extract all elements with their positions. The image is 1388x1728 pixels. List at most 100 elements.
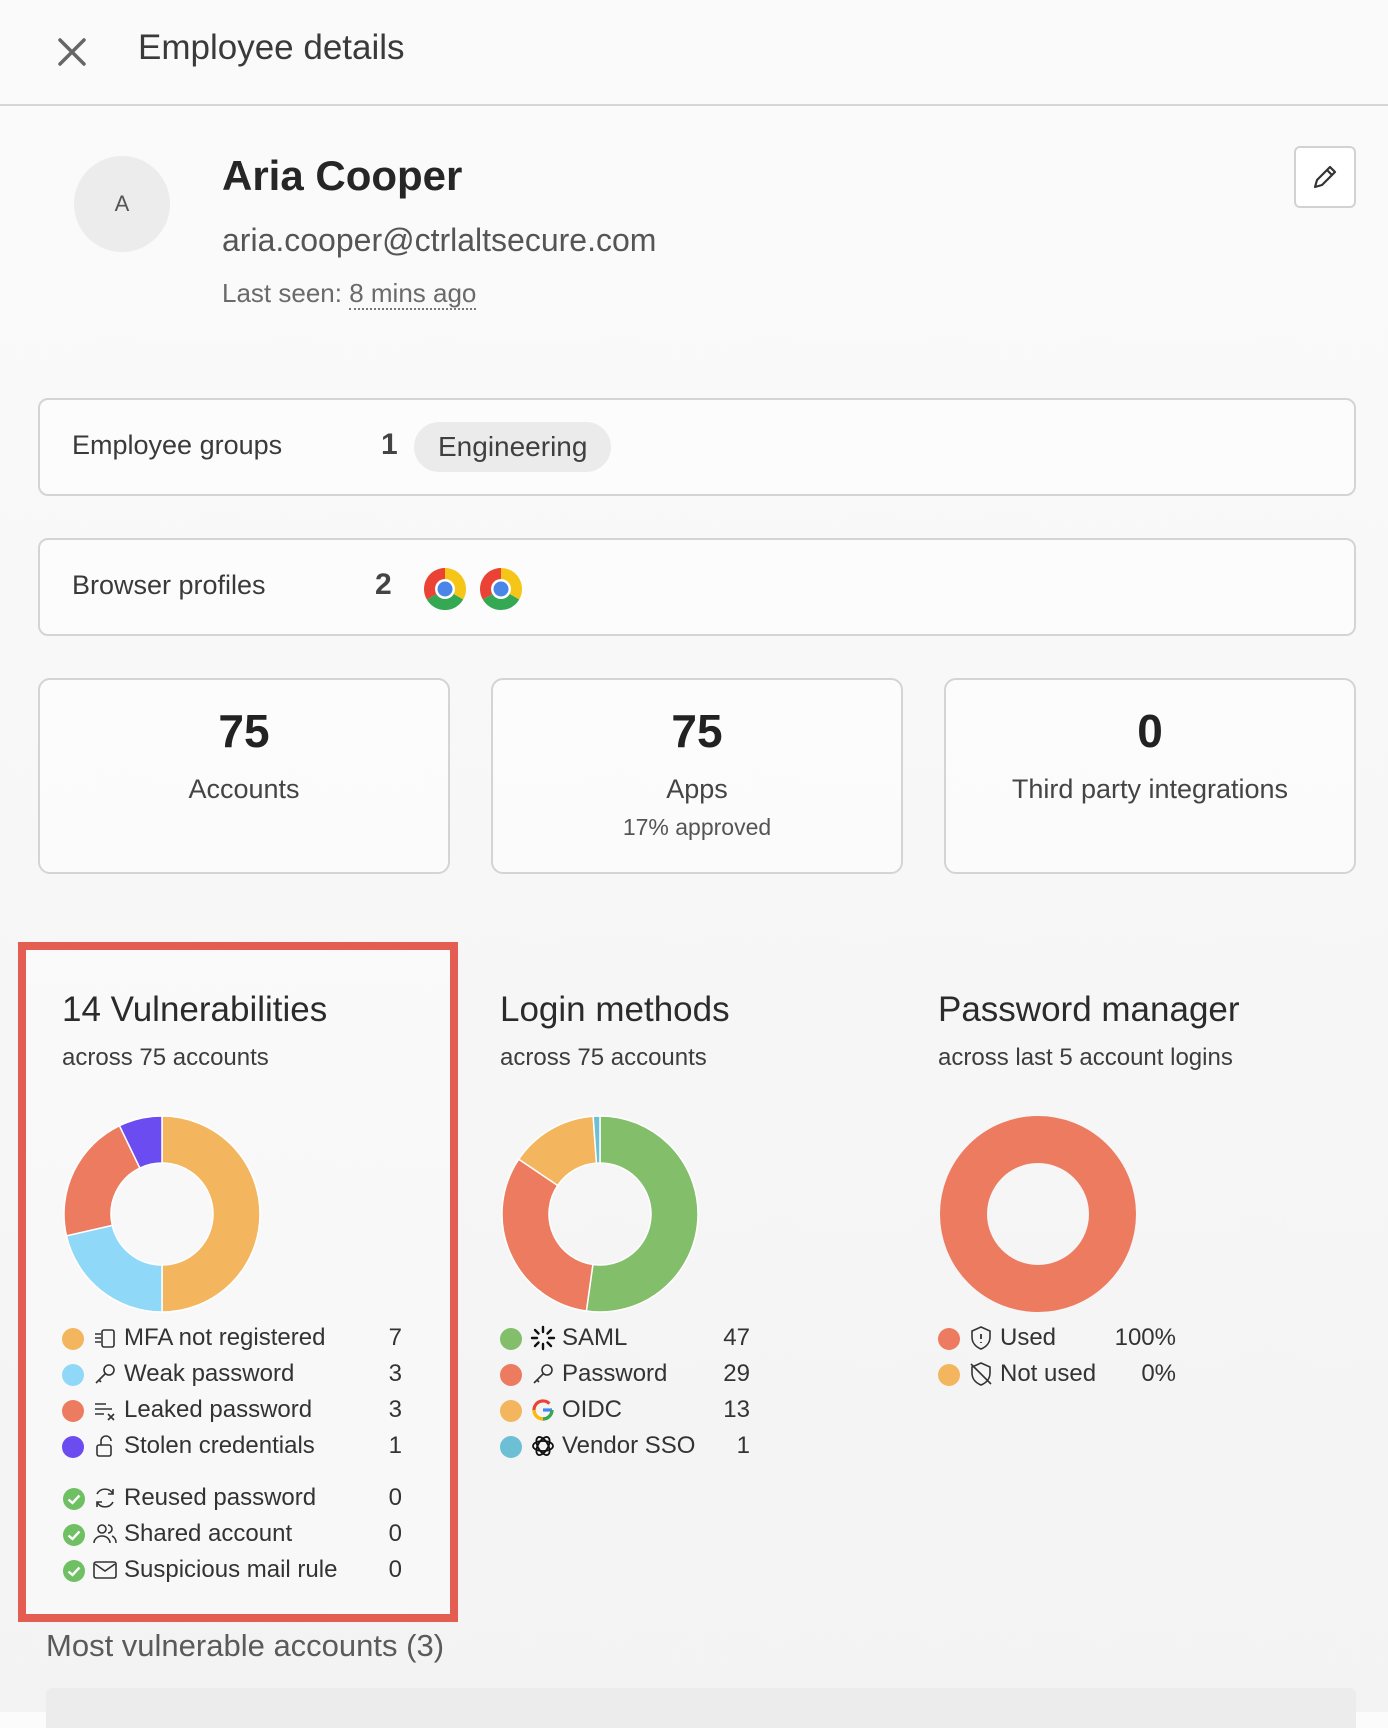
unlock-icon [96,1435,112,1457]
legend-reused-password[interactable]: Reused password 0 [62,1482,408,1516]
password-manager-subtitle: across last 5 account logins [938,1044,1233,1071]
users-icon [93,1524,117,1544]
mail-icon [93,1561,117,1579]
integrations-stat-card[interactable]: 0 Third party integrations [944,678,1356,874]
leak-icon [95,1403,115,1421]
legend-value: 100% [1114,1324,1176,1351]
integrations-label: Third party integrations [1011,774,1289,804]
shield-icon [971,1326,991,1350]
legend-label: Leaked password [124,1396,313,1423]
legend-shared-account[interactable]: Shared account 0 [62,1518,408,1552]
browser-profiles-card: Browser profiles 2 [38,538,1356,636]
browser-profiles-label: Browser profiles [72,570,266,600]
legend-label: Suspicious mail rule [124,1556,338,1583]
legend-label: Reused password [124,1484,317,1511]
key-icon [533,1364,553,1384]
legend-dot [500,1400,522,1422]
employee-email: aria.cooper@ctrlaltsecure.com [222,222,657,258]
avatar: A [74,156,170,252]
saml-icon [530,1325,556,1351]
donut-slice-used[interactable] [940,1116,1136,1312]
close-button[interactable] [48,28,96,76]
donut-slice-mfa-not-registered[interactable] [161,1115,261,1313]
legend-label: OIDC [562,1396,622,1423]
vulnerabilities-donut [63,1115,261,1313]
legend-value: 3 [388,1396,402,1423]
legend-saml[interactable]: SAML 47 [500,1322,756,1356]
login-methods-donut [501,1115,699,1313]
shield-off-icon [970,1362,992,1386]
password-manager-donut [940,1116,1136,1312]
legend-value: 0 [388,1520,402,1547]
legend-value: 0% [1141,1360,1176,1387]
group-chip-engineering[interactable]: Engineering [414,422,612,472]
legend-dot [500,1328,522,1350]
check-icon [63,1488,85,1510]
legend-label: Weak password [124,1360,295,1387]
last-seen-value[interactable]: 8 mins ago [349,278,477,310]
legend-not-used[interactable]: Not used 0% [938,1358,1182,1392]
legend-label: Stolen credentials [124,1432,315,1459]
apps-stat-card[interactable]: 75 Apps 17% approved [491,678,903,874]
legend-used[interactable]: Used 100% [938,1322,1182,1356]
vulnerabilities-subtitle: across 75 accounts [62,1044,269,1071]
edit-button[interactable] [1294,146,1356,208]
legend-label: SAML [562,1324,628,1351]
legend-oidc[interactable]: OIDC 13 [500,1394,756,1428]
header-bar: Employee details [0,0,1388,106]
legend-label: Shared account [124,1520,293,1547]
most-vulnerable-list [46,1688,1356,1728]
legend-weak-password[interactable]: Weak password 3 [62,1358,408,1392]
legend-mfa-not-registered[interactable]: MFA not registered 7 [62,1322,408,1356]
legend-label: Vendor SSO [562,1432,696,1459]
apps-label: Apps [666,774,728,804]
vulnerabilities-title: 14 Vulnerabilities [62,990,328,1029]
legend-dot [500,1436,522,1458]
refresh-icon [96,1488,114,1508]
apps-count: 75 [671,705,723,757]
chrome-icon[interactable] [478,566,524,612]
legend-value: 7 [388,1324,402,1351]
legend-value: 3 [388,1360,402,1387]
legend-dot [62,1436,84,1458]
legend-value: 0 [388,1556,402,1583]
employee-groups-card: Employee groups 1 Engineering [38,398,1356,496]
accounts-count: 75 [218,705,270,757]
legend-dot [938,1364,960,1386]
legend-value: 47 [723,1324,750,1351]
legend-suspicious-mail-rule[interactable]: Suspicious mail rule 0 [62,1554,408,1588]
legend-value: 13 [723,1396,750,1423]
openai-icon [532,1436,554,1456]
legend-vendor-sso[interactable]: Vendor SSO 1 [500,1430,756,1464]
check-icon [63,1524,85,1546]
legend-stolen-credentials[interactable]: Stolen credentials 1 [62,1430,408,1464]
donut-slice-saml[interactable] [585,1115,699,1313]
legend-dot [500,1364,522,1386]
accounts-stat-card[interactable]: 75 Accounts [38,678,450,874]
password-manager-title: Password manager [938,990,1240,1029]
employee-groups-label: Employee groups [72,430,283,460]
donut-slice-password[interactable] [501,1158,594,1312]
employee-groups-count: 1 [381,428,398,461]
legend-value: 1 [736,1432,750,1459]
most-vulnerable-title: Most vulnerable accounts (3) [46,1628,445,1663]
legend-value: 0 [388,1484,402,1511]
legend-value: 29 [723,1360,750,1387]
legend-password[interactable]: Password 29 [500,1358,756,1392]
browser-profiles-count: 2 [375,568,392,601]
legend-dot [938,1328,960,1350]
check-icon [63,1560,85,1582]
chrome-icon[interactable] [422,566,468,612]
donut-slice-weak-password[interactable] [65,1224,163,1313]
mfa-device-icon [95,1329,115,1348]
last-seen: Last seen: 8 mins ago [222,278,477,310]
legend-leaked-password[interactable]: Leaked password 3 [62,1394,408,1428]
last-seen-label: Last seen: [222,278,350,308]
legend-value: 1 [388,1432,402,1459]
employee-name: Aria Cooper [222,152,463,199]
apps-approved: 17% approved [622,814,772,840]
legend-label: Not used [1000,1360,1097,1387]
legend-dot [62,1364,84,1386]
legend-label: MFA not registered [124,1324,326,1351]
pencil-icon [1313,165,1337,189]
